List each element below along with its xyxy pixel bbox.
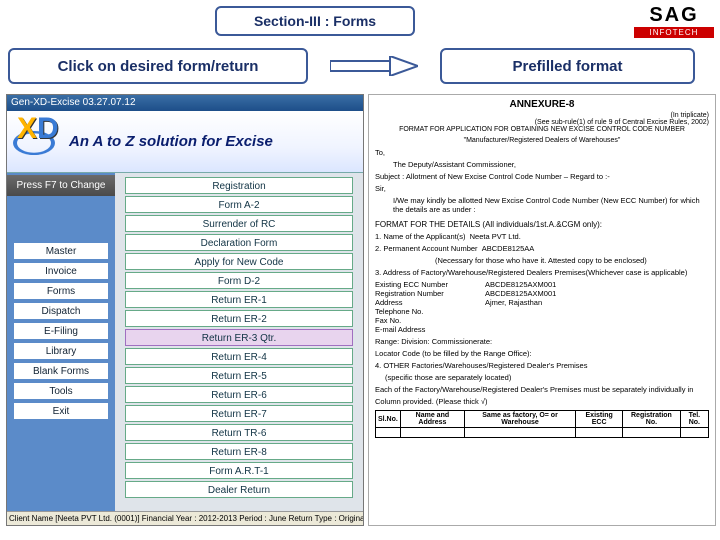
document-preview: ANNEXURE-8 (In triplicate) (See sub-rule… <box>368 94 716 526</box>
doc-val1: Neeta PVT Ltd. <box>470 232 521 241</box>
form-item[interactable]: Return ER-2 <box>125 310 353 327</box>
doc-loc: Locator Code (to be filled by the Range … <box>375 349 709 358</box>
table-header: Same as factory, O= or Warehouse <box>464 411 575 428</box>
doc-body1: I/We may kindly be allotted New Excise C… <box>375 196 709 214</box>
status-bar: Client Name [Neeta PVT Ltd. (0001)] Fina… <box>7 511 363 525</box>
form-item[interactable]: Return ER-8 <box>125 443 353 460</box>
doc-sub2: (See sub-rule(1) of rule 9 of Central Ex… <box>375 119 709 126</box>
form-item[interactable]: Return ER-3 Qtr. <box>125 329 353 346</box>
sidebar-item-blank-forms[interactable]: Blank Forms <box>13 362 109 380</box>
doc-line5: Each of the Factory/Warehouse/Registered… <box>375 385 709 394</box>
doc-sub1: (In triplicate) <box>375 112 709 119</box>
doc-kv-row: Telephone No. <box>375 307 709 316</box>
table-header: Sl.No. <box>376 411 401 428</box>
form-item[interactable]: Surrender of RC <box>125 215 353 232</box>
sidebar-item-exit[interactable]: Exit <box>13 402 109 420</box>
callout-right: Prefilled format <box>440 48 695 84</box>
app-window: Gen-XD-Excise 03.27.07.12 XD An A to Z s… <box>6 94 364 526</box>
doc-line2: 2. Permanent Account Number <box>375 244 478 253</box>
form-item[interactable]: Declaration Form <box>125 234 353 251</box>
doc-line1: 1. Name of the Applicant(s) <box>375 232 465 241</box>
doc-to2: The Deputy/Assistant Commissioner, <box>375 160 709 169</box>
form-item[interactable]: Form D-2 <box>125 272 353 289</box>
sidebar-item-master[interactable]: Master <box>13 242 109 260</box>
form-item[interactable]: Form A-2 <box>125 196 353 213</box>
banner-tagline: An A to Z solution for Excise <box>69 133 273 150</box>
app-banner: XD An A to Z solution for Excise <box>7 111 363 173</box>
form-item[interactable]: Return ER-4 <box>125 348 353 365</box>
table-header: Tel. No. <box>680 411 708 428</box>
doc-kv-row: Existing ECC NumberABCDE8125AXM001 <box>375 280 709 289</box>
sidebar-item-library[interactable]: Library <box>13 342 109 360</box>
form-item[interactable]: Form A.R.T-1 <box>125 462 353 479</box>
sidebar-item-e-filing[interactable]: E-Filing <box>13 322 109 340</box>
doc-details-head: FORMAT FOR THE DETAILS (All individuals/… <box>375 220 709 229</box>
doc-range: Range: Division: Commissionerate: <box>375 337 709 346</box>
doc-line4b: (specific those are separately located) <box>375 373 709 382</box>
brand-logo: SAG INFOTECH <box>634 4 714 38</box>
doc-to: To, <box>375 148 709 157</box>
doc-kv-row: Registration NumberABCDE8125AXM001 <box>375 289 709 298</box>
form-item[interactable]: Return TR-6 <box>125 424 353 441</box>
form-item[interactable]: Return ER-5 <box>125 367 353 384</box>
form-item[interactable]: Dealer Return <box>125 481 353 498</box>
sidebar-item-dispatch[interactable]: Dispatch <box>13 302 109 320</box>
arrow-icon <box>330 56 418 76</box>
doc-line3: 3. Address of Factory/Warehouse/Register… <box>375 268 709 277</box>
form-item[interactable]: Registration <box>125 177 353 194</box>
doc-sub3: FORMAT FOR APPLICATION FOR OBTAINING NEW… <box>375 126 709 133</box>
sidebar-item-tools[interactable]: Tools <box>13 382 109 400</box>
doc-table: Sl.No.Name and AddressSame as factory, O… <box>375 410 709 438</box>
left-sidebar: Press F7 to Change Master Invoice Forms Dis… <box>7 173 115 511</box>
window-title: Gen-XD-Excise 03.27.07.12 <box>7 95 363 111</box>
press-f7-label: Press F7 to Change <box>7 175 115 196</box>
form-item[interactable]: Return ER-1 <box>125 291 353 308</box>
forms-list: Registration Form A-2 Surrender of RC Decla… <box>115 173 363 511</box>
doc-subject: Subject : Allotment of New Excise Contro… <box>375 172 709 181</box>
callout-left: Click on desired form/return <box>8 48 308 84</box>
doc-note: (Necessary for those who have it. Attest… <box>375 256 709 265</box>
form-item[interactable]: Apply for New Code <box>125 253 353 270</box>
xd-logo-icon: XD <box>11 116 63 168</box>
doc-kv-row: Fax No. <box>375 316 709 325</box>
form-item[interactable]: Return ER-7 <box>125 405 353 422</box>
doc-title: ANNEXURE-8 <box>375 99 709 110</box>
doc-kv-row: E-mail Address <box>375 325 709 334</box>
table-header: Name and Address <box>400 411 464 428</box>
doc-line5b: Column provided. (Please thick √) <box>375 397 709 406</box>
brand-sub: INFOTECH <box>634 27 714 38</box>
doc-sir: Sir, <box>375 184 709 193</box>
sidebar-item-invoice[interactable]: Invoice <box>13 262 109 280</box>
doc-val2: ABCDE8125AA <box>482 244 535 253</box>
doc-line4: 4. OTHER Factories/Warehouses/Registered… <box>375 361 709 370</box>
doc-sub4: "Manufacturer/Registered Dealers of Ware… <box>375 137 709 144</box>
table-header: Existing ECC <box>576 411 623 428</box>
sidebar-item-forms[interactable]: Forms <box>13 282 109 300</box>
brand-main: SAG <box>634 4 714 27</box>
section-title: Section-III : Forms <box>215 6 415 36</box>
form-item[interactable]: Return ER-6 <box>125 386 353 403</box>
doc-kv-row: AddressAjmer, Rajasthan <box>375 298 709 307</box>
table-header: Registration No. <box>623 411 681 428</box>
